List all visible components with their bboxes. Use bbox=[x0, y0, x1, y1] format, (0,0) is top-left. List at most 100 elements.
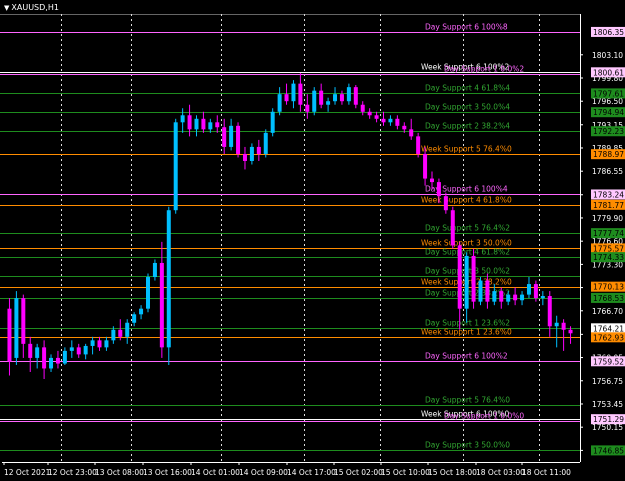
candle-body-41 bbox=[291, 83, 296, 102]
candle-body-65 bbox=[457, 245, 462, 309]
candle-body-61 bbox=[430, 178, 434, 183]
candle-20 bbox=[146, 273, 150, 313]
candle-body-26 bbox=[187, 115, 192, 130]
level-label-6: Week Support 5 76.4%0 bbox=[421, 145, 512, 154]
candle-body-58 bbox=[409, 129, 414, 137]
candle-body-2 bbox=[21, 298, 26, 344]
time-tick-label-5: 14 Oct 09:00 bbox=[239, 468, 288, 477]
candle-body-81 bbox=[568, 329, 573, 334]
candle-body-32 bbox=[229, 125, 234, 147]
level-label-18: Day Support 5 76.4%0 bbox=[425, 396, 510, 405]
price-box-7: 1781.77 bbox=[591, 199, 625, 210]
candle-body-12 bbox=[90, 340, 95, 346]
price-box-label-9: 1775.57 bbox=[593, 244, 624, 253]
candle-body-39 bbox=[277, 94, 282, 112]
price-box-label-12: 1768.53 bbox=[593, 294, 624, 303]
level-label-0: Day Support 6 100%8 bbox=[425, 23, 508, 32]
level-label-8: Week Support 4 61.8%0 bbox=[421, 196, 512, 205]
candle-body-78 bbox=[547, 296, 552, 327]
level-label-4: Day Support 3 50.0%4 bbox=[425, 103, 510, 112]
candle-body-72 bbox=[506, 294, 511, 302]
level-label-11: Day Support 4 61.8%2 bbox=[425, 248, 510, 257]
candle-body-73 bbox=[513, 294, 518, 301]
candle-body-45 bbox=[319, 90, 324, 105]
level-label-10: Week Support 3 50.0%0 bbox=[421, 239, 512, 248]
candle-body-24 bbox=[173, 122, 178, 211]
candle-body-57 bbox=[402, 125, 407, 130]
candle-body-75 bbox=[526, 284, 531, 295]
candle-body-79 bbox=[554, 322, 559, 327]
candle-body-42 bbox=[298, 83, 303, 105]
candle-body-77 bbox=[540, 296, 545, 299]
candle-59 bbox=[416, 132, 421, 158]
candle-body-63 bbox=[443, 196, 448, 211]
price-tick-label-16: 1750.15 bbox=[592, 423, 623, 432]
price-tick-label-2: 1796.50 bbox=[592, 97, 623, 106]
level-label-2: Day Support 1 0.0%2 bbox=[444, 65, 524, 74]
candle-body-8 bbox=[62, 350, 67, 364]
candle-body-20 bbox=[146, 277, 150, 309]
candle-body-52 bbox=[367, 111, 372, 116]
price-box-label-2: 1797.61 bbox=[593, 89, 624, 98]
price-box-3: 1794.94 bbox=[591, 107, 625, 118]
candle-body-49 bbox=[346, 87, 351, 102]
price-chart[interactable]: Day Support 6 100%8Week Support 6 100%2D… bbox=[0, 0, 625, 481]
candle-body-18 bbox=[132, 314, 137, 323]
candle-body-9 bbox=[69, 347, 74, 351]
candle-body-29 bbox=[208, 122, 213, 130]
price-box-label-10: 1774.33 bbox=[593, 253, 624, 262]
price-box-label-14: 1762.93 bbox=[593, 333, 624, 342]
price-tick-label-0: 1803.10 bbox=[592, 51, 623, 60]
candle-body-80 bbox=[561, 322, 566, 330]
time-tick-label-8: 15 Oct 10:00 bbox=[381, 468, 430, 477]
price-box-16: 1751.29 bbox=[591, 414, 625, 425]
candle-1 bbox=[14, 291, 19, 365]
candle-body-0 bbox=[7, 308, 12, 362]
candle-body-54 bbox=[381, 118, 386, 123]
candle-body-71 bbox=[499, 291, 504, 302]
candle-body-47 bbox=[333, 94, 338, 102]
candle-44 bbox=[312, 87, 317, 116]
price-tick-label-11: 1766.70 bbox=[592, 307, 623, 316]
price-box-label-0: 1806.35 bbox=[593, 28, 624, 37]
price-box-17: 1746.85 bbox=[591, 445, 625, 456]
time-tick-label-1: 12 Oct 23:00 bbox=[48, 468, 97, 477]
candle-body-35 bbox=[249, 146, 254, 161]
candle-body-44 bbox=[312, 90, 317, 112]
candle-body-68 bbox=[478, 280, 483, 302]
candle-body-38 bbox=[270, 111, 275, 133]
time-tick-label-0: 12 Oct 2021 bbox=[4, 468, 51, 477]
time-tick-label-10: 18 Oct 03:00 bbox=[476, 468, 525, 477]
chart-title[interactable]: ▼ XAUUSD,H1 bbox=[4, 3, 59, 12]
candle-body-40 bbox=[284, 94, 289, 102]
price-box-15: 1759.52 bbox=[591, 356, 625, 367]
candle-body-59 bbox=[416, 136, 421, 154]
dropdown-icon[interactable]: ▼ bbox=[4, 4, 9, 12]
level-label-5: Day Support 2 38.2%4 bbox=[425, 122, 510, 131]
price-box-1: 1800.61 bbox=[591, 67, 625, 78]
candle-body-23 bbox=[166, 210, 171, 348]
price-box-14: 1762.93 bbox=[591, 332, 625, 343]
candle-23 bbox=[166, 206, 171, 365]
candle-body-5 bbox=[42, 347, 47, 369]
candle-body-10 bbox=[76, 347, 81, 355]
price-box-label-15: 1759.52 bbox=[593, 357, 624, 366]
candle-37 bbox=[263, 129, 268, 158]
price-box-label-8: 1777.74 bbox=[593, 229, 624, 238]
candle-33 bbox=[236, 122, 241, 158]
candle-body-27 bbox=[194, 118, 199, 130]
candle-body-15 bbox=[111, 329, 116, 341]
level-label-20: Day Support 1 0.0%0 bbox=[444, 412, 524, 421]
candle-body-43 bbox=[305, 104, 310, 112]
price-box-label-4: 1792.23 bbox=[593, 127, 624, 136]
time-tick-label-4: 14 Oct 01:00 bbox=[191, 468, 240, 477]
level-label-21: Day Support 3 50.0%0 bbox=[425, 441, 510, 450]
candle-body-76 bbox=[533, 284, 538, 299]
price-box-label-11: 1770.13 bbox=[593, 283, 624, 292]
candle-body-14 bbox=[104, 340, 109, 348]
time-tick-label-9: 15 Oct 18:00 bbox=[428, 468, 477, 477]
price-box-12: 1768.53 bbox=[591, 292, 625, 303]
candle-body-56 bbox=[395, 118, 400, 126]
price-box-11: 1770.13 bbox=[591, 281, 625, 292]
candle-body-46 bbox=[326, 101, 331, 105]
